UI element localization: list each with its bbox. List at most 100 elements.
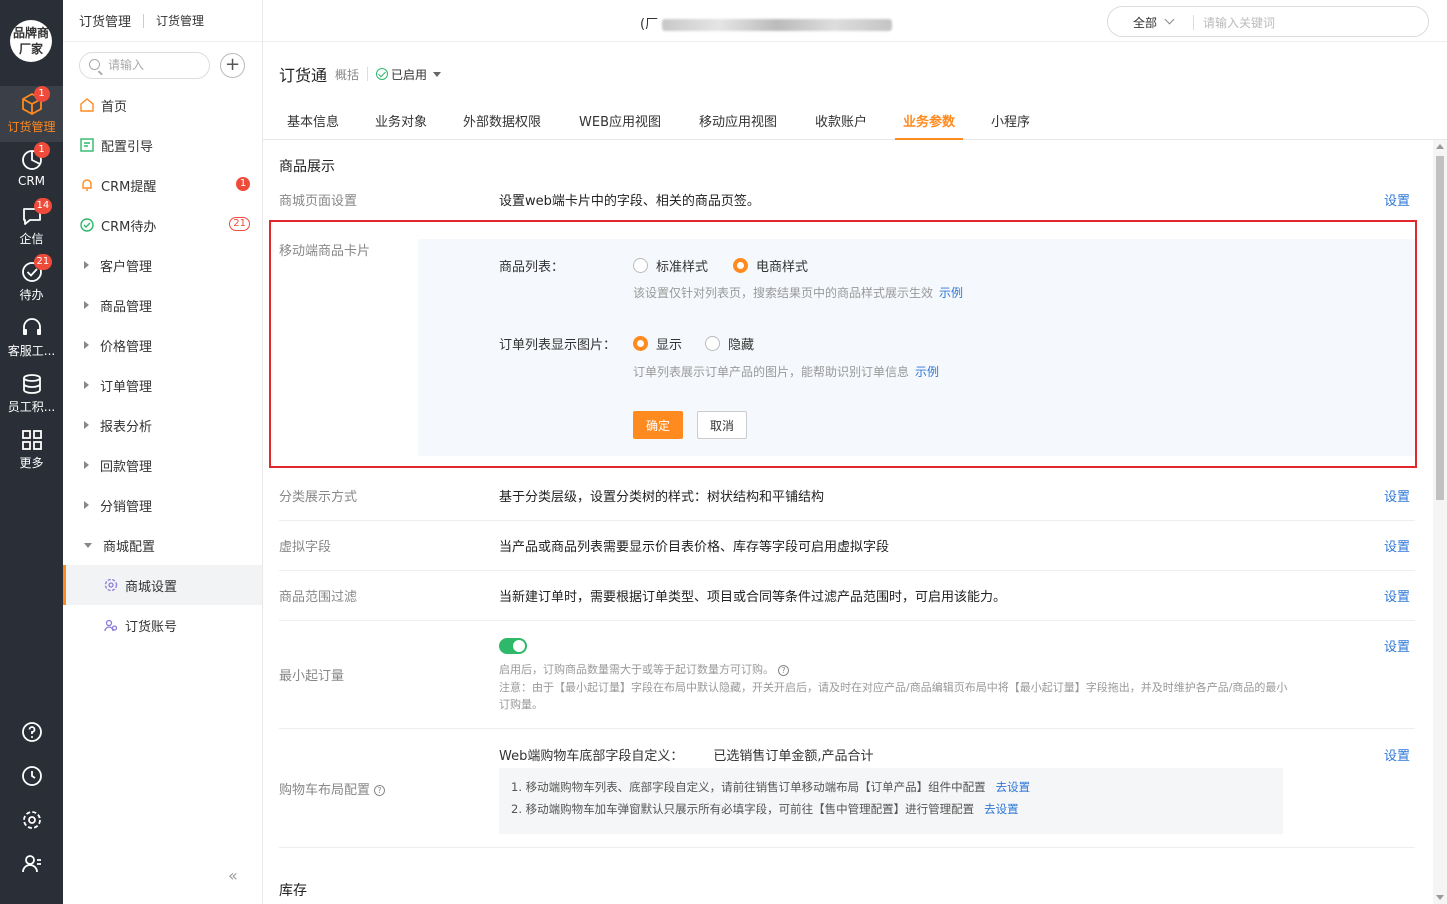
- nav-item-order[interactable]: 订单管理: [63, 365, 262, 405]
- confirm-button[interactable]: 确定: [633, 411, 683, 439]
- example-link-product[interactable]: 示例: [939, 286, 963, 300]
- nav-search-input[interactable]: 请输入: [79, 52, 210, 79]
- nav-item-mall-settings[interactable]: 商城设置: [63, 565, 262, 605]
- headset-icon: [20, 316, 44, 340]
- collapse-sidebar-icon[interactable]: «: [228, 866, 238, 885]
- nav-item-crm-todo[interactable]: CRM待办 21: [63, 205, 262, 245]
- vertical-scrollbar[interactable]: [1433, 140, 1447, 904]
- radio-ecom-style[interactable]: 电商样式: [733, 256, 808, 275]
- scrollbar-thumb[interactable]: [1436, 156, 1444, 500]
- go-set-link-1[interactable]: 去设置: [996, 780, 1031, 794]
- rail-item-service[interactable]: 客服工...: [0, 310, 63, 366]
- rail-badge: 1: [33, 86, 50, 102]
- expand-arrow-icon: [84, 341, 89, 349]
- rail-badge: 14: [33, 198, 53, 214]
- order-image-hint: 订单列表展示订单产品的图片，能帮助识别订单信息 示例: [633, 365, 940, 379]
- virtual-field-desc: 当产品或商品列表需要显示价目表价格、库存等字段可启用虚拟字段: [499, 540, 890, 555]
- nav-item-payment[interactable]: 回款管理: [63, 445, 262, 485]
- rail-item-chat[interactable]: 14 企信: [0, 198, 63, 254]
- user-icon[interactable]: [0, 852, 63, 880]
- todo-icon: [79, 217, 95, 233]
- search-icon: [89, 59, 100, 70]
- category-set-link[interactable]: 设置: [1384, 486, 1410, 505]
- nav-item-product[interactable]: 商品管理: [63, 285, 262, 325]
- cancel-button[interactable]: 取消: [697, 411, 747, 439]
- tab-web-view[interactable]: WEB应用视图: [579, 111, 661, 140]
- expand-arrow-icon: [84, 501, 89, 509]
- nav-item-guide[interactable]: 配置引导: [63, 125, 262, 165]
- min-order-set-link[interactable]: 设置: [1384, 636, 1410, 655]
- expand-arrow-icon: [84, 261, 89, 269]
- nav-item-price[interactable]: 价格管理: [63, 325, 262, 365]
- min-order-note: 注意：由于【最小起订量】字段在布局中默认隐藏，开关开启后，请及时在对应产品/商品…: [499, 681, 1288, 711]
- guide-icon: [79, 137, 95, 153]
- search-scope-select[interactable]: 全部: [1133, 14, 1157, 31]
- global-search-input[interactable]: 请输入关键词: [1203, 14, 1275, 31]
- add-button[interactable]: +: [220, 53, 245, 78]
- tab-payment-account[interactable]: 收款账户: [815, 111, 867, 140]
- cart-summary: Web端购物车底部字段自定义： 已选销售订单金额,产品合计: [499, 749, 874, 764]
- tab-business-params[interactable]: 业务参数: [895, 111, 964, 140]
- nav-item-mall-config[interactable]: 商城配置: [63, 525, 262, 565]
- nav-item-order-account[interactable]: 订货账号: [63, 605, 262, 645]
- tab-mini-program[interactable]: 小程序: [991, 111, 1030, 140]
- section-title-inventory: 库存: [279, 883, 307, 899]
- rail-item-order[interactable]: 1 订货管理: [0, 86, 63, 142]
- nav-item-home[interactable]: 首页: [63, 85, 262, 125]
- mall-page-set-link[interactable]: 设置: [1384, 190, 1410, 209]
- nav-item-crm-reminder[interactable]: CRM提醒 1: [63, 165, 262, 205]
- tenant-name: (厂: [640, 13, 893, 32]
- bell-icon: [79, 177, 95, 193]
- range-filter-set-link[interactable]: 设置: [1384, 586, 1410, 605]
- tab-basic-info[interactable]: 基本信息: [287, 111, 339, 140]
- app-overview-link[interactable]: 概括: [335, 66, 359, 83]
- category-label: 分类展示方式: [279, 490, 358, 505]
- example-link-order[interactable]: 示例: [915, 365, 939, 379]
- nav-item-distribution[interactable]: 分销管理: [63, 485, 262, 525]
- settings-icon[interactable]: [0, 808, 63, 836]
- mall-page-desc: 设置web端卡片中的字段、相关的商品页签。: [499, 194, 760, 209]
- radio-selected-icon: [633, 336, 648, 351]
- radio-hide[interactable]: 隐藏: [705, 334, 754, 353]
- check-circle-icon: [376, 68, 389, 80]
- tab-external-data[interactable]: 外部数据权限: [463, 111, 541, 140]
- clock-icon[interactable]: [0, 764, 63, 792]
- radio-standard-style[interactable]: 标准样式: [633, 256, 708, 275]
- go-set-link-2[interactable]: 去设置: [984, 802, 1019, 816]
- product-list-label: 商品列表：: [499, 260, 565, 275]
- radio-show[interactable]: 显示: [633, 334, 682, 353]
- caret-down-icon: [433, 71, 442, 77]
- tab-mobile-view[interactable]: 移动应用视图: [699, 111, 777, 140]
- reminder-badge: 1: [236, 177, 250, 191]
- order-image-label: 订单列表显示图片：: [499, 338, 617, 353]
- rail-badge: 21: [33, 254, 53, 270]
- help-question-icon[interactable]: ?: [374, 785, 386, 796]
- home-icon: [79, 97, 95, 113]
- global-search[interactable]: 全部 请输入关键词: [1107, 6, 1429, 37]
- min-order-toggle[interactable]: [499, 638, 527, 654]
- coins-icon: [20, 372, 44, 396]
- tab-business-object[interactable]: 业务对象: [375, 111, 427, 140]
- min-order-label: 最小起订量: [279, 669, 345, 684]
- virtual-field-set-link[interactable]: 设置: [1384, 536, 1410, 555]
- rail-item-points[interactable]: 员工积...: [0, 366, 63, 422]
- nav-title: 订货管理: [79, 15, 132, 30]
- nav-item-report[interactable]: 报表分析: [63, 405, 262, 445]
- nav-item-customer[interactable]: 客户管理: [63, 245, 262, 285]
- main-content: 订货通 概括 已启用 基本信息 业务对象 外部数据权限 WEB应用视图 移动应用…: [263, 42, 1447, 904]
- rail-item-crm[interactable]: 1 CRM: [0, 142, 63, 198]
- product-list-hint: 该设置仅针对列表页，搜索结果页中的商品样式展示生效 示例: [633, 286, 964, 300]
- help-icon[interactable]: [0, 720, 63, 748]
- todo-badge: 21: [229, 217, 250, 231]
- brand-logo[interactable]: 品牌商厂家: [10, 20, 52, 62]
- rail-item-more[interactable]: 更多: [0, 422, 63, 478]
- rail-item-todo[interactable]: 21 待办: [0, 254, 63, 310]
- cart-set-link[interactable]: 设置: [1384, 745, 1410, 764]
- gear-icon: [103, 577, 119, 593]
- help-question-icon[interactable]: ?: [778, 664, 789, 676]
- virtual-field-label: 虚拟字段: [279, 540, 332, 555]
- nav-subtitle: 订货管理: [156, 14, 205, 28]
- app-title: 订货通: [279, 66, 328, 85]
- top-header: (厂 全部 请输入关键词: [263, 0, 1447, 42]
- app-status-dropdown[interactable]: 已启用: [376, 66, 442, 83]
